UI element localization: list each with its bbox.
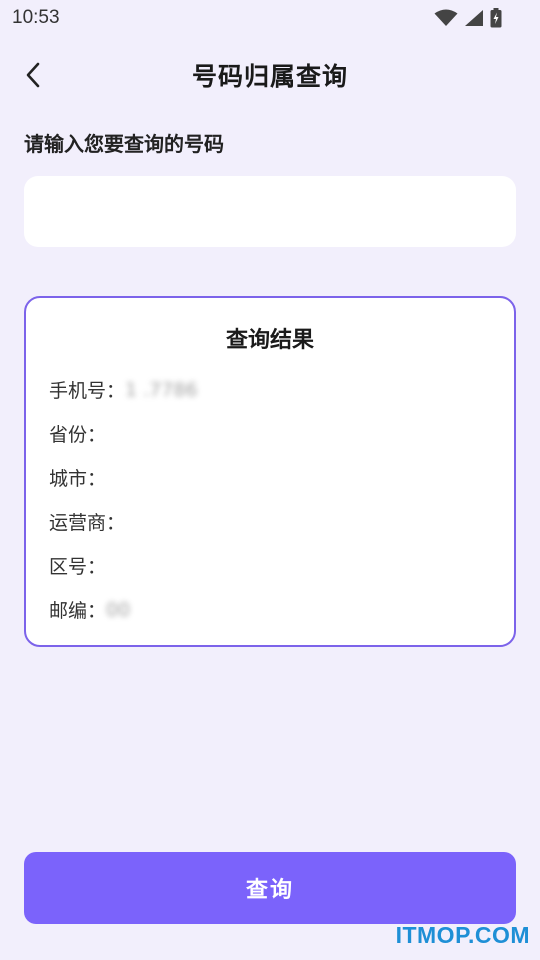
- back-arrow-icon: [26, 62, 40, 88]
- result-title: 查询结果: [225, 328, 314, 353]
- area-code-label: 区号：: [49, 556, 107, 578]
- battery-charging-icon: [490, 8, 502, 28]
- result-row-city: 城市：: [49, 464, 106, 491]
- header: 号码归属查询: [0, 52, 540, 98]
- watermark: ITMOP.COM: [395, 922, 530, 948]
- result-row-postcode: 邮编： 00: [49, 596, 130, 623]
- phone-label: 手机号：: [49, 380, 126, 402]
- phone-number-input[interactable]: [24, 176, 516, 247]
- status-bar: 10:53: [0, 0, 540, 36]
- city-label: 城市：: [49, 468, 107, 490]
- postcode-label: 邮编：: [49, 600, 107, 622]
- input-label: 请输入您要查询的号码: [24, 132, 224, 156]
- result-row-carrier: 运营商：: [49, 508, 125, 535]
- status-icons: [434, 8, 502, 28]
- result-card: 查询结果 手机号： 1 .7786 省份： 城市： 运营商： 区号： 邮编： 0…: [24, 296, 516, 647]
- province-label: 省份：: [49, 424, 107, 446]
- carrier-label: 运营商：: [49, 512, 126, 534]
- result-row-province: 省份：: [49, 420, 106, 447]
- cell-signal-icon: [465, 10, 483, 26]
- query-button[interactable]: 查询: [24, 852, 516, 924]
- phone-value: 1 .7786: [125, 378, 198, 401]
- result-row-phone: 手机号： 1 .7786: [49, 376, 198, 403]
- wifi-icon: [434, 9, 458, 26]
- result-row-area-code: 区号：: [49, 552, 106, 579]
- postcode-value: 00: [106, 598, 131, 621]
- back-button[interactable]: [18, 60, 48, 90]
- status-time: 10:53: [12, 7, 60, 28]
- page-title: 号码归属查询: [191, 62, 348, 91]
